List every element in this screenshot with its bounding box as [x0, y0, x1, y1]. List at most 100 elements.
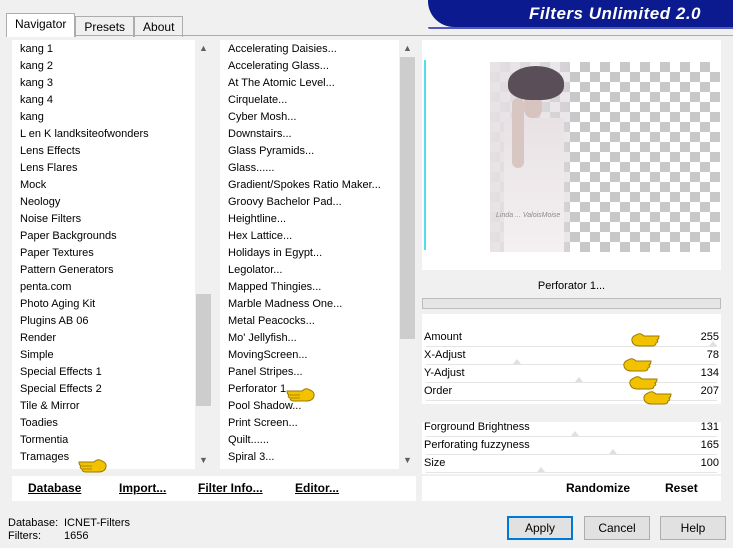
category-item[interactable]: Tile & Mirror	[20, 398, 149, 415]
category-item[interactable]: kang 1	[20, 41, 149, 58]
scroll-up-icon[interactable]: ▲	[399, 40, 416, 57]
tab-divider	[6, 35, 733, 36]
slider-track[interactable]	[426, 400, 717, 401]
scroll-up-icon[interactable]: ▲	[195, 40, 212, 57]
category-scrollbar[interactable]: ▲ ▼	[195, 40, 212, 469]
parameter-value: 78	[706, 349, 719, 361]
filter-item[interactable]: Legolator...	[228, 262, 381, 279]
slider-thumb[interactable]	[609, 449, 618, 454]
filter-item[interactable]: MovingScreen...	[228, 347, 381, 364]
category-item[interactable]: Simple	[20, 347, 149, 364]
progress-bar	[422, 298, 721, 309]
category-item[interactable]: Mock	[20, 177, 149, 194]
filter-scrollbar[interactable]: ▲ ▼	[399, 40, 416, 469]
slider-thumb[interactable]	[571, 431, 580, 436]
parameter-slider[interactable]: Order 207	[422, 383, 721, 401]
slider-thumb[interactable]	[574, 377, 583, 382]
filter-item[interactable]: Groovy Bachelor Pad...	[228, 194, 381, 211]
filter-item[interactable]: Panel Stripes...	[228, 364, 381, 381]
scroll-thumb[interactable]	[196, 294, 211, 406]
category-item[interactable]: kang 4	[20, 92, 149, 109]
database-button[interactable]: Database	[28, 481, 81, 495]
category-item[interactable]: Plugins AB 06	[20, 313, 149, 330]
filter-item[interactable]: At The Atomic Level...	[228, 75, 381, 92]
filter-item[interactable]: Print Screen...	[228, 415, 381, 432]
help-button[interactable]: Help	[660, 516, 726, 540]
filter-item[interactable]: Mo' Jellyfish...	[228, 330, 381, 347]
category-item[interactable]: L en K landksiteofwonders	[20, 126, 149, 143]
category-item[interactable]: Paper Textures	[20, 245, 149, 262]
category-item[interactable]: Paper Backgrounds	[20, 228, 149, 245]
filter-item[interactable]: Heightline...	[228, 211, 381, 228]
tab-presets[interactable]: Presets	[75, 16, 135, 37]
status-filters: Filters: 1656	[8, 530, 89, 542]
tab-about[interactable]: About	[134, 16, 184, 37]
category-item[interactable]: Lens Flares	[20, 160, 149, 177]
category-item[interactable]: Noise Filters	[20, 211, 149, 228]
status-database: Database: ICNET-Filters	[8, 517, 130, 529]
filter-item[interactable]: Cyber Mosh...	[228, 109, 381, 126]
parameter-slider[interactable]: Amount 255	[422, 329, 721, 347]
category-item[interactable]: kang 2	[20, 58, 149, 75]
filter-list[interactable]: Accelerating Daisies... Accelerating Glas…	[220, 40, 416, 469]
filter-item[interactable]: Holidays in Egypt...	[228, 245, 381, 262]
category-item[interactable]: Neology	[20, 194, 149, 211]
slider-track[interactable]	[426, 472, 717, 473]
parameter-label: Order	[424, 385, 453, 397]
scroll-thumb[interactable]	[400, 57, 415, 339]
category-item[interactable]: Lens Effects	[20, 143, 149, 160]
parameter-slider[interactable]: Perforating fuzzyness 165	[422, 437, 721, 455]
filter-title: Perforator 1...	[422, 274, 721, 298]
slider-thumb[interactable]	[512, 359, 521, 364]
filter-item[interactable]: Quilt......	[228, 432, 381, 449]
image-preview[interactable]: Linda ... ValoisMoise	[422, 40, 721, 270]
parameter-slider[interactable]: Size 100	[422, 455, 721, 473]
filter-item[interactable]: Glass......	[228, 160, 381, 177]
reset-button[interactable]: Reset	[665, 481, 698, 495]
filter-item[interactable]: Downstairs...	[228, 126, 381, 143]
pointing-hand-icon	[643, 391, 672, 405]
category-item[interactable]: Special Effects 1	[20, 364, 149, 381]
filter-item[interactable]: Glass Pyramids...	[228, 143, 381, 160]
parameter-label: Y-Adjust	[424, 367, 465, 379]
preview-image: Linda ... ValoisMoise	[490, 62, 570, 252]
category-item[interactable]: Photo Aging Kit	[20, 296, 149, 313]
editor-button[interactable]: Editor...	[295, 481, 339, 495]
pointing-hand-icon	[631, 333, 660, 347]
apply-button[interactable]: Apply	[507, 516, 573, 540]
slider-thumb[interactable]	[709, 341, 717, 346]
category-item[interactable]: kang	[20, 109, 149, 126]
tab-strip: Navigator Presets About	[6, 13, 184, 37]
filter-item[interactable]: Spiral 3...	[228, 449, 381, 466]
parameter-slider[interactable]: Forground Brightness 131	[422, 419, 721, 437]
cancel-button[interactable]: Cancel	[584, 516, 650, 540]
filter-item[interactable]: Cirquelate...	[228, 92, 381, 109]
category-item[interactable]: Special Effects 2	[20, 381, 149, 398]
randomize-button[interactable]: Randomize	[566, 481, 630, 495]
parameter-slider[interactable]: Y-Adjust 134	[422, 365, 721, 383]
category-item[interactable]: penta.com	[20, 279, 149, 296]
filter-item[interactable]: Accelerating Glass...	[228, 58, 381, 75]
tab-navigator[interactable]: Navigator	[6, 13, 76, 37]
pointing-hand-icon	[78, 459, 107, 473]
scroll-down-icon[interactable]: ▼	[399, 452, 416, 469]
filter-item[interactable]: Metal Peacocks...	[228, 313, 381, 330]
category-list[interactable]: kang 1 kang 2 kang 3 kang 4 kang L en K landk…	[12, 40, 212, 469]
scroll-down-icon[interactable]: ▼	[195, 452, 212, 469]
category-item[interactable]: Pattern Generators	[20, 262, 149, 279]
filter-item[interactable]: Gradient/Spokes Ratio Maker...	[228, 177, 381, 194]
filter-item[interactable]: Mapped Thingies...	[228, 279, 381, 296]
parameter-value: 207	[700, 385, 719, 397]
import-button[interactable]: Import...	[119, 481, 166, 495]
filter-item[interactable]: Hex Lattice...	[228, 228, 381, 245]
parameter-slider[interactable]: X-Adjust 78	[422, 347, 721, 365]
slider-thumb[interactable]	[536, 467, 545, 472]
filter-item[interactable]: Accelerating Daisies...	[228, 41, 381, 58]
category-item[interactable]: Tormentia	[20, 432, 149, 449]
category-item[interactable]: Toadies	[20, 415, 149, 432]
filter-item[interactable]: Marble Madness One...	[228, 296, 381, 313]
app-banner: Filters Unlimited 2.0	[428, 0, 733, 29]
filter-info-button[interactable]: Filter Info...	[198, 481, 263, 495]
category-item[interactable]: kang 3	[20, 75, 149, 92]
category-item[interactable]: Render	[20, 330, 149, 347]
